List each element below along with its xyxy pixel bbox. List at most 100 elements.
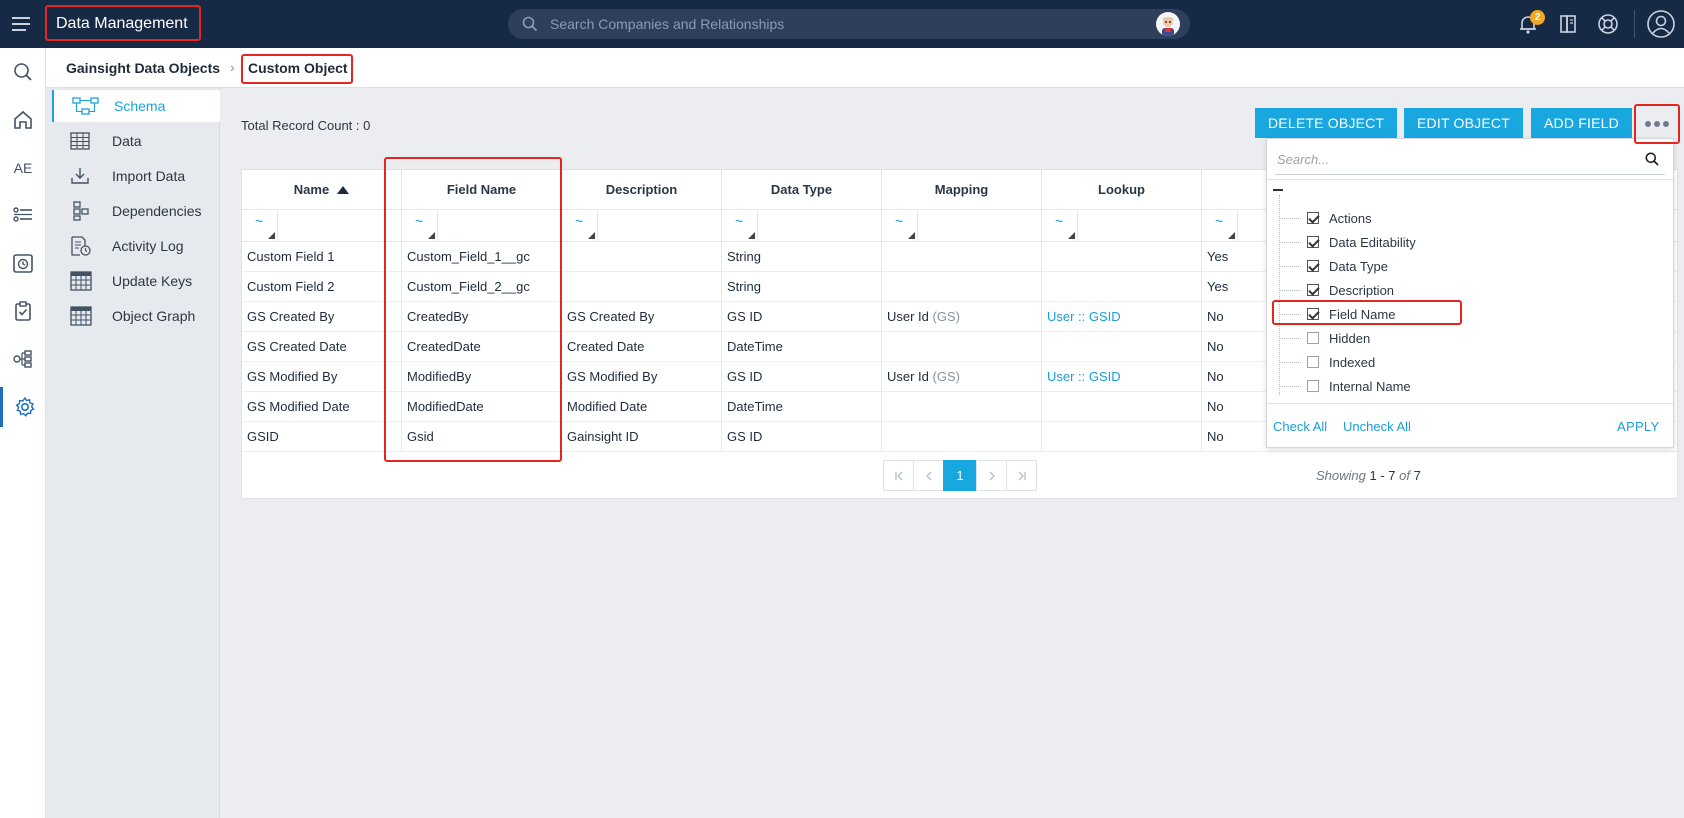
rail-list[interactable] <box>0 195 46 235</box>
subnav-item-schema[interactable]: Schema <box>52 90 220 122</box>
next-page-button[interactable] <box>976 460 1007 491</box>
first-page-button[interactable] <box>883 460 914 491</box>
page-1-button[interactable]: 1 <box>943 460 977 491</box>
check-all-link[interactable]: Check All <box>1273 419 1327 434</box>
lookup-link[interactable]: User :: GSID <box>1047 369 1121 384</box>
more-dot-icon <box>1654 121 1660 127</box>
rail-search[interactable] <box>0 52 46 92</box>
cell-mapping <box>882 392 1042 421</box>
rail-flow[interactable] <box>0 339 46 379</box>
column-option-data-type[interactable]: Data Type <box>1279 255 1579 277</box>
schema-icon <box>72 96 106 116</box>
column-option-field-name[interactable]: Field Name <box>1279 303 1579 325</box>
filter-cell-lookup: ~ <box>1042 210 1202 241</box>
column-option-description[interactable]: Description <box>1279 279 1579 301</box>
add-field-button[interactable]: ADD FIELD <box>1531 108 1632 138</box>
cell-field-name: Custom_Field_1__gc <box>402 242 562 271</box>
rail-home[interactable] <box>0 100 46 140</box>
checkbox-checked[interactable] <box>1307 284 1319 296</box>
filter-menu-button[interactable]: ~ <box>1202 210 1238 241</box>
column-option-actions[interactable]: Actions <box>1279 207 1579 229</box>
column-header-name[interactable]: Name <box>242 170 402 209</box>
column-option-data-editability[interactable]: Data Editability <box>1279 231 1579 253</box>
filter-menu-button[interactable]: ~ <box>722 210 758 241</box>
previous-page-button[interactable] <box>913 460 944 491</box>
subnav-item-data[interactable]: Data <box>52 125 220 157</box>
column-option-label: Actions <box>1329 210 1372 226</box>
edit-object-button[interactable]: EDIT OBJECT <box>1404 108 1523 138</box>
uncheck-all-link[interactable]: Uncheck All <box>1343 419 1411 434</box>
home-icon <box>12 110 34 130</box>
filter-menu-button[interactable]: ~ <box>242 210 278 241</box>
rail-settings[interactable] <box>0 387 46 427</box>
checkbox-checked[interactable] <box>1307 260 1319 272</box>
rail-tasks[interactable] <box>0 291 46 331</box>
column-header-lookup[interactable]: Lookup <box>1042 170 1202 209</box>
column-header-description[interactable]: Description <box>562 170 722 209</box>
checkbox-unchecked[interactable] <box>1307 356 1319 368</box>
subnav-item-update-keys[interactable]: Update Keys <box>52 265 220 297</box>
cell-description: Created Date <box>562 332 722 361</box>
pagination-summary: Showing 1 - 7 of 7 <box>1316 468 1421 483</box>
global-search-input[interactable] <box>548 9 1128 39</box>
more-options-button[interactable] <box>1636 106 1678 142</box>
lookup-link[interactable]: User :: GSID <box>1047 309 1121 324</box>
apply-button[interactable]: APPLY <box>1617 419 1659 434</box>
first-page-icon <box>894 471 902 480</box>
filter-menu-button[interactable]: ~ <box>402 210 438 241</box>
column-header-mapping[interactable]: Mapping <box>882 170 1042 209</box>
filter-menu-button[interactable]: ~ <box>882 210 918 241</box>
notification-bell-icon[interactable]: 2 <box>1516 10 1545 36</box>
book-icon[interactable] <box>1556 12 1580 36</box>
object-subnav: Schema Data Import Data Dependencies Act… <box>46 88 220 818</box>
avatar-icon[interactable] <box>1156 12 1180 36</box>
subnav-item-dependencies[interactable]: Dependencies <box>52 195 220 227</box>
subnav-label-dependencies: Dependencies <box>112 203 202 219</box>
column-search-input[interactable] <box>1275 145 1625 173</box>
rail-ae[interactable]: AE <box>0 148 46 188</box>
cell-description <box>562 242 722 271</box>
tree-collapse-icon[interactable] <box>1273 189 1283 191</box>
last-page-button[interactable] <box>1006 460 1037 491</box>
cell-field-name: Gsid <box>402 422 562 451</box>
subnav-item-import-data[interactable]: Import Data <box>52 160 220 192</box>
checkbox-checked[interactable] <box>1307 236 1319 248</box>
cell-name: Custom Field 2 <box>242 272 402 301</box>
global-search[interactable] <box>508 9 1190 39</box>
cell-mapping <box>882 242 1042 271</box>
filter-menu-button[interactable]: ~ <box>562 210 598 241</box>
column-header-data-type[interactable]: Data Type <box>722 170 882 209</box>
checkbox-checked[interactable] <box>1307 308 1319 320</box>
column-option-hidden[interactable]: Hidden <box>1279 327 1579 349</box>
filter-cell-field-name: ~ <box>402 210 562 241</box>
breadcrumb-gainsight-data-objects[interactable]: Gainsight Data Objects <box>66 60 220 76</box>
subnav-label-import-data: Import Data <box>112 168 186 184</box>
help-icon[interactable] <box>1596 12 1620 36</box>
grid-icon <box>70 271 104 291</box>
cell-mapping-value: User Id <box>887 369 929 384</box>
checkbox-checked[interactable] <box>1307 212 1319 224</box>
delete-object-button[interactable]: DELETE OBJECT <box>1255 108 1398 138</box>
cell-name: GSID <box>242 422 402 451</box>
subnav-item-activity-log[interactable]: Activity Log <box>52 230 220 262</box>
filter-cell-mapping: ~ <box>882 210 1042 241</box>
filter-menu-button[interactable]: ~ <box>1042 210 1078 241</box>
notification-count-badge: 2 <box>1530 10 1545 25</box>
user-profile-icon[interactable] <box>1646 9 1676 39</box>
checkbox-unchecked[interactable] <box>1307 332 1319 344</box>
cell-mapping-suffix: (GS) <box>932 309 960 324</box>
column-option-indexed[interactable]: Indexed <box>1279 351 1579 373</box>
checkbox-unchecked[interactable] <box>1307 380 1319 392</box>
cell-data-type: String <box>722 242 882 271</box>
cell-lookup: User :: GSID <box>1042 362 1202 391</box>
gear-icon <box>14 396 36 418</box>
cell-lookup <box>1042 272 1202 301</box>
hamburger-menu-icon[interactable] <box>10 14 34 34</box>
last-page-icon <box>1018 471 1026 480</box>
column-option-internal-name[interactable]: Internal Name <box>1279 375 1579 397</box>
subnav-item-object-graph[interactable]: Object Graph <box>52 300 220 332</box>
search-icon <box>522 16 538 32</box>
cell-mapping <box>882 422 1042 451</box>
rail-timeline[interactable] <box>0 243 46 283</box>
column-header-field-name[interactable]: Field Name <box>402 170 562 209</box>
